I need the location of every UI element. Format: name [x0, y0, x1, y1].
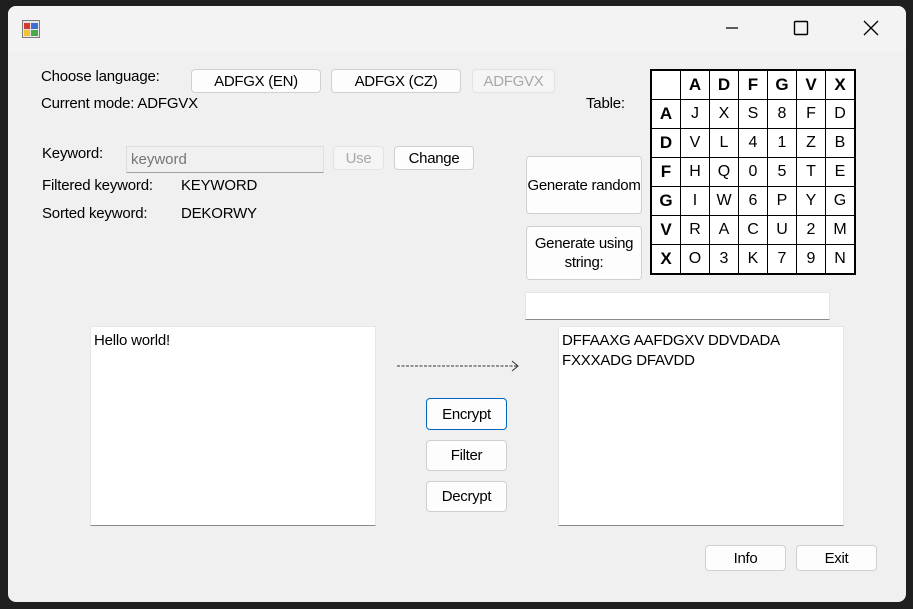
row-header: D — [650, 128, 681, 158]
output-textbox[interactable]: DFFAAXG AAFDGXV DDVDADA FXXXADG DFAVDD — [558, 326, 844, 526]
table-label: Table: — [586, 95, 625, 112]
keyword-label: Keyword: — [42, 145, 103, 162]
table-cell: B — [825, 128, 856, 158]
decrypt-button[interactable]: Decrypt — [426, 481, 507, 512]
row-header: G — [650, 186, 681, 216]
table-cell: S — [738, 99, 768, 129]
table-cell: O — [680, 244, 710, 275]
table-cell: H — [680, 157, 710, 187]
filtered-keyword-value: KEYWORD — [181, 177, 258, 194]
minimize-button[interactable] — [709, 6, 755, 50]
column-header: F — [738, 69, 768, 100]
adfgx-en-button[interactable]: ADFGX (EN) — [191, 69, 321, 93]
column-header: A — [680, 69, 710, 100]
generate-using-string-button[interactable]: Generate using string: — [526, 226, 642, 280]
table-cell: E — [825, 157, 856, 187]
table-cell: F — [796, 99, 826, 129]
table-cell: U — [767, 215, 797, 245]
app-window: Choose language: ADFGX (EN) ADFGX (CZ) A… — [8, 6, 906, 602]
table-cell: C — [738, 215, 768, 245]
keyword-input[interactable] — [126, 146, 324, 173]
generate-random-button[interactable]: Generate random — [526, 156, 642, 214]
close-button[interactable] — [848, 6, 894, 50]
table-cell: M — [825, 215, 856, 245]
table-cell: T — [796, 157, 826, 187]
table-cell: A — [709, 215, 739, 245]
table-cell: Z — [796, 128, 826, 158]
maximize-icon — [793, 20, 809, 36]
adfgx-cz-button[interactable]: ADFGX (CZ) — [331, 69, 461, 93]
table-cell: N — [825, 244, 856, 275]
table-cell: 1 — [767, 128, 797, 158]
table-cell: 2 — [796, 215, 826, 245]
app-icon — [22, 20, 40, 38]
table-cell: 5 — [767, 157, 797, 187]
input-textbox[interactable]: Hello world! — [90, 326, 376, 526]
row-header: V — [650, 215, 681, 245]
polybius-table: A D F G V X A J X S 8 F D D V L 4 1 Z B … — [650, 69, 856, 275]
table-cell: V — [680, 128, 710, 158]
info-button[interactable]: Info — [705, 545, 786, 571]
table-cell: K — [738, 244, 768, 275]
table-cell: L — [709, 128, 739, 158]
column-header: D — [709, 69, 739, 100]
table-cell: X — [709, 99, 739, 129]
title-bar — [8, 6, 906, 52]
table-cell: 0 — [738, 157, 768, 187]
table-cell: 9 — [796, 244, 826, 275]
filter-button[interactable]: Filter — [426, 440, 507, 471]
table-cell: G — [825, 186, 856, 216]
column-header: X — [825, 69, 856, 100]
row-header: F — [650, 157, 681, 187]
table-corner — [650, 69, 681, 100]
minimize-icon — [726, 27, 738, 29]
table-cell: Q — [709, 157, 739, 187]
column-header: G — [767, 69, 797, 100]
encrypt-button[interactable]: Encrypt — [426, 398, 507, 430]
sorted-keyword-value: DEKORWY — [181, 205, 257, 222]
table-cell: R — [680, 215, 710, 245]
table-cell: 6 — [738, 186, 768, 216]
table-cell: 7 — [767, 244, 797, 275]
table-cell: 8 — [767, 99, 797, 129]
choose-language-label: Choose language: — [41, 68, 160, 85]
adfgvx-button[interactable]: ADFGVX — [472, 69, 555, 93]
arrow-icon — [397, 360, 519, 372]
table-cell: Y — [796, 186, 826, 216]
table-cell: J — [680, 99, 710, 129]
use-keyword-button[interactable]: Use — [333, 146, 384, 170]
current-mode-label: Current mode: ADFGVX — [41, 95, 198, 112]
table-string-input[interactable] — [525, 292, 830, 320]
column-header: V — [796, 69, 826, 100]
table-cell: 4 — [738, 128, 768, 158]
filtered-keyword-label: Filtered keyword: — [42, 177, 153, 194]
table-cell: D — [825, 99, 856, 129]
table-cell: I — [680, 186, 710, 216]
table-cell: P — [767, 186, 797, 216]
table-cell: W — [709, 186, 739, 216]
exit-button[interactable]: Exit — [796, 545, 877, 571]
change-keyword-button[interactable]: Change — [394, 146, 474, 170]
row-header: X — [650, 244, 681, 275]
table-cell: 3 — [709, 244, 739, 275]
close-icon — [863, 20, 879, 36]
row-header: A — [650, 99, 681, 129]
maximize-button[interactable] — [778, 6, 824, 50]
sorted-keyword-label: Sorted keyword: — [42, 205, 148, 222]
